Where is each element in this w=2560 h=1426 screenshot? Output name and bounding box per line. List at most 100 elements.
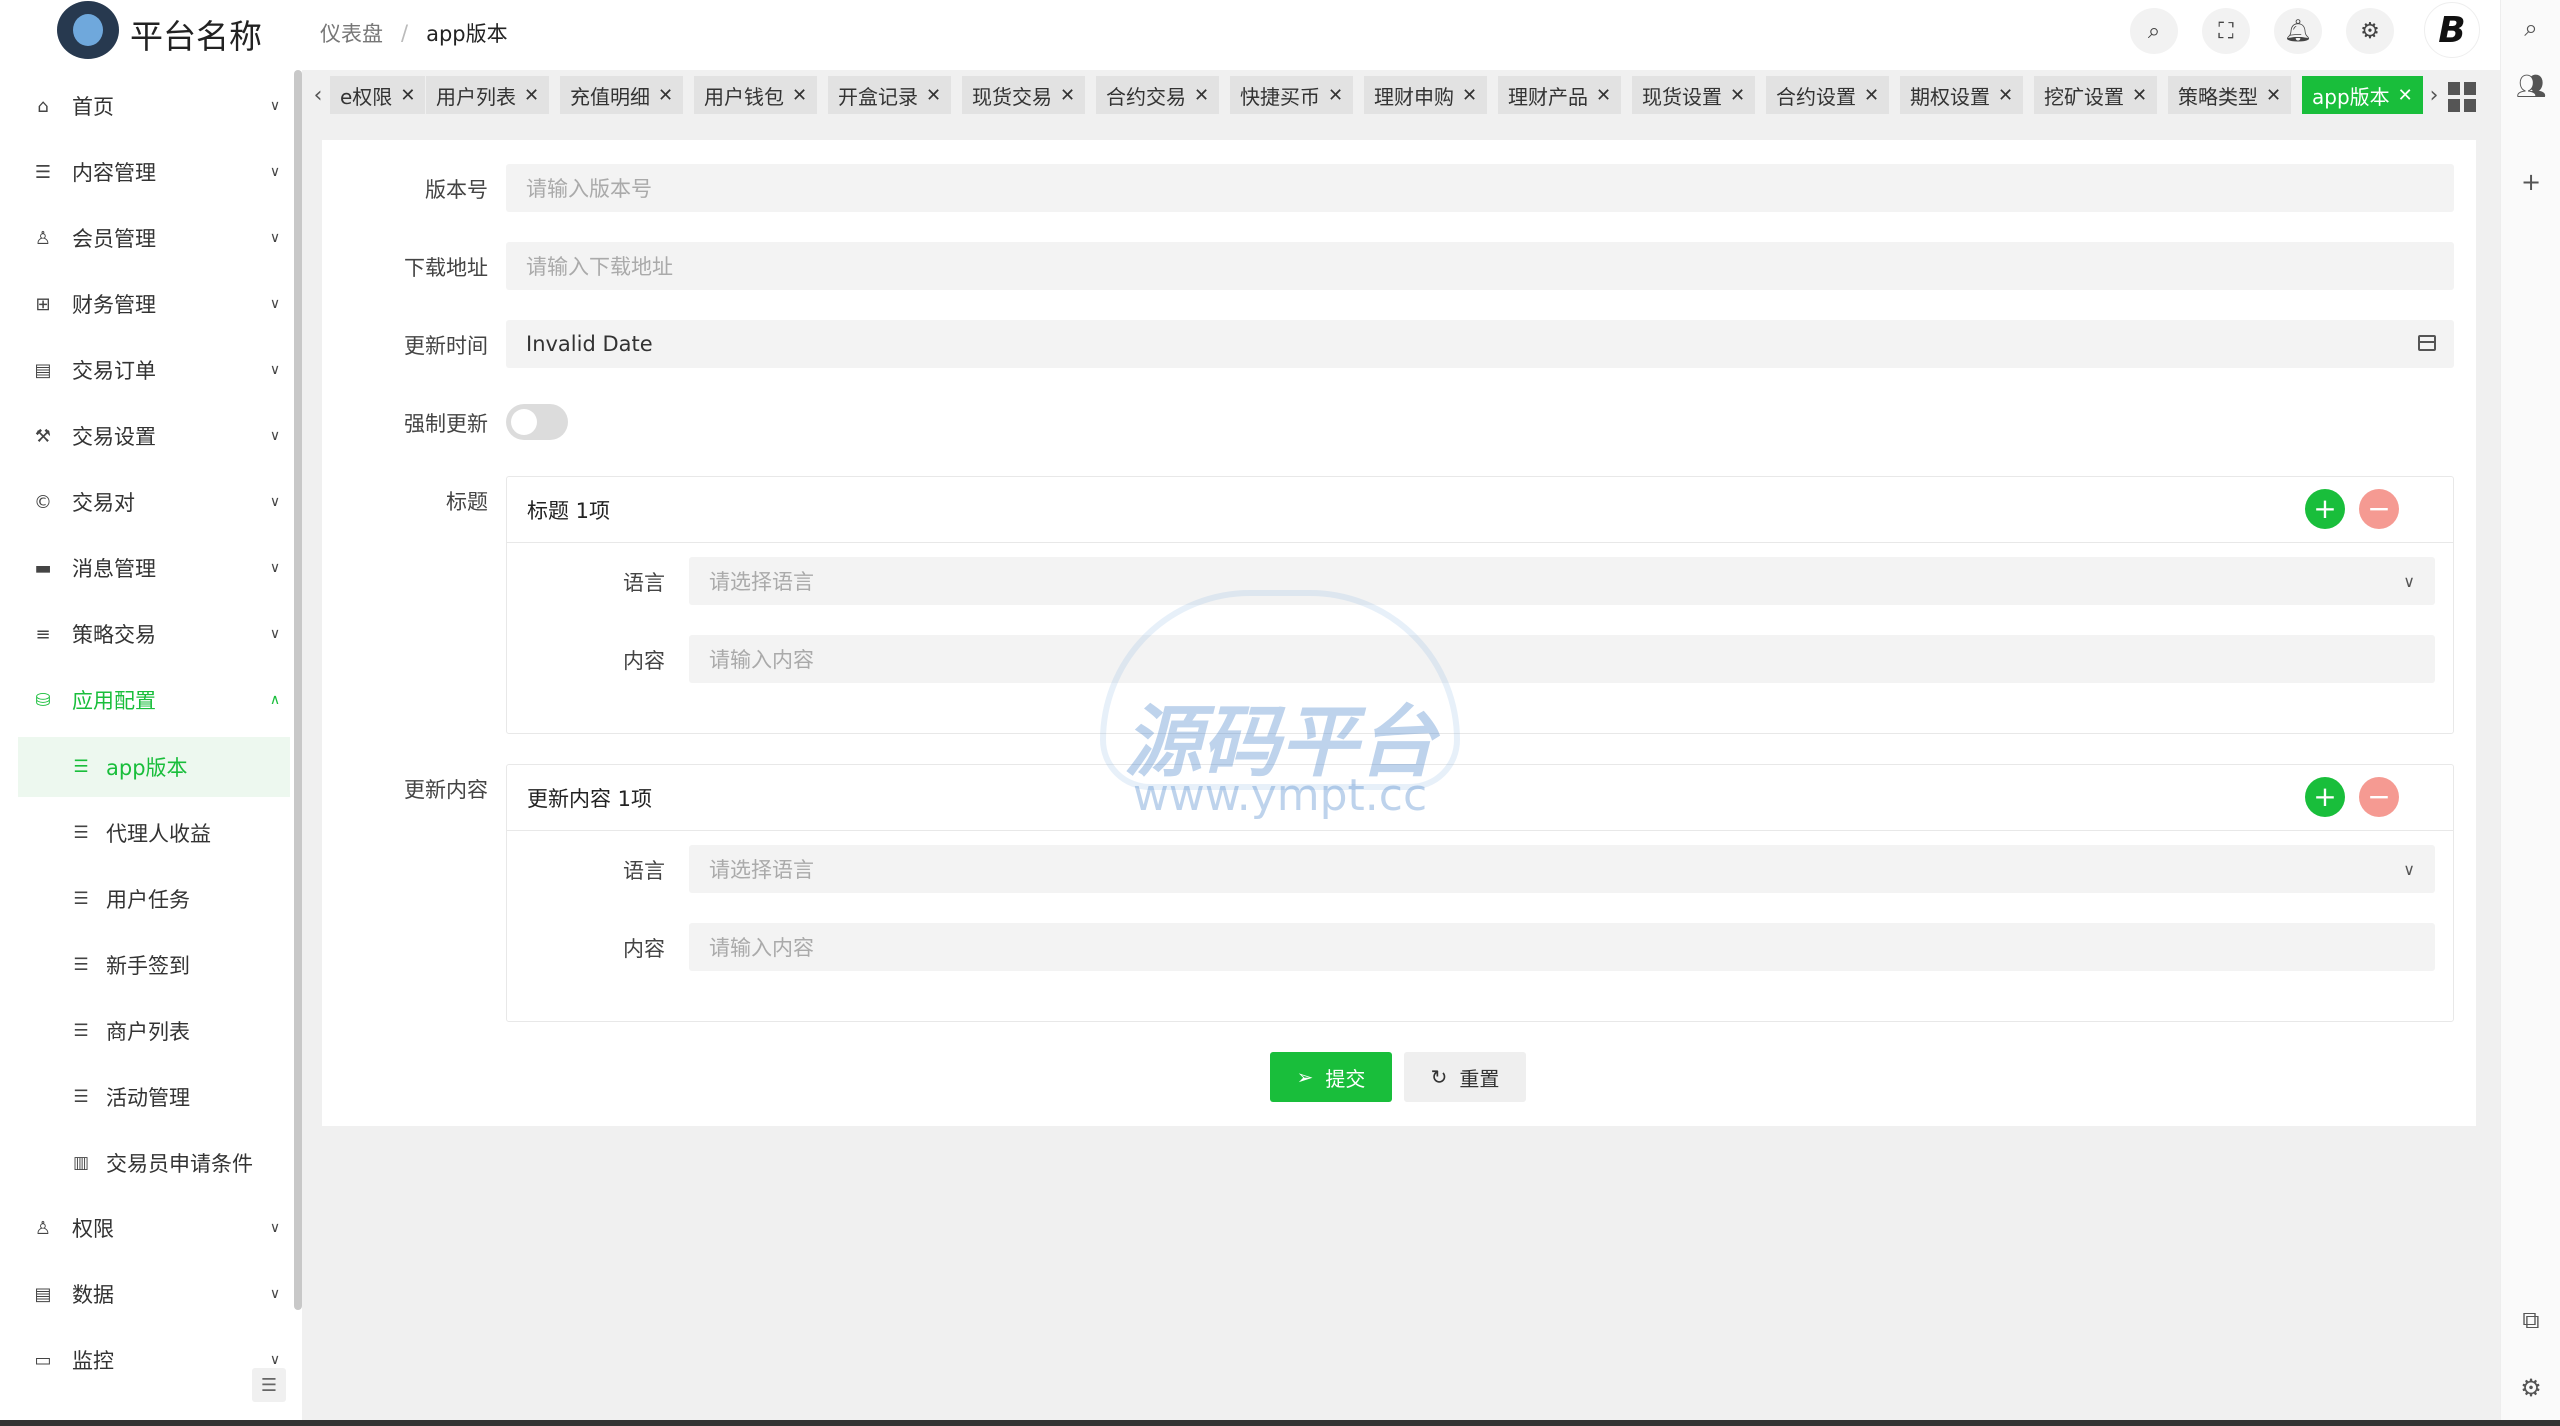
sidebar-subitem-label: app版本 — [106, 756, 188, 780]
sidebar-subitem-merchants[interactable]: ☰ 商户列表 — [18, 1001, 290, 1061]
sidebar: ⌂ 首页 ∨ ☰ 内容管理 ∨ ♙ 会员管理 ∨ ⊞ 财务管理 ∨ ▤ 交易订单… — [8, 70, 292, 1418]
force-update-switch[interactable] — [506, 404, 568, 440]
close-icon[interactable]: ✕ — [2398, 85, 2413, 106]
title-language-select[interactable]: 请选择语言 ∨ — [689, 557, 2435, 605]
tab-permissions[interactable]: e权限 ✕ — [330, 76, 426, 114]
plus-icon: + — [2520, 168, 2542, 196]
update-content-card: 更新内容 1项 + − 语言 请选择语言 ∨ 内容 请输入内容 — [506, 764, 2454, 1022]
close-icon[interactable]: ✕ — [2132, 85, 2147, 106]
update-content-input[interactable]: 请输入内容 — [689, 923, 2435, 971]
sidebar-item-permissions[interactable]: ♙ 权限 ∨ — [26, 1195, 290, 1261]
sidebar-item-strategy[interactable]: ≡ 策略交易 ∨ — [26, 601, 290, 667]
sidebar-item-home[interactable]: ⌂ 首页 ∨ — [26, 73, 290, 139]
fullscreen-button[interactable]: ⛶ — [2202, 8, 2250, 54]
close-icon[interactable]: ✕ — [658, 85, 673, 106]
chevron-down-icon: ∨ — [269, 626, 281, 642]
close-icon[interactable]: ✕ — [1462, 85, 1477, 106]
submit-button[interactable]: ➢ 提交 — [1270, 1052, 1392, 1102]
sidebar-item-trade-settings[interactable]: ⚒ 交易设置 ∨ — [26, 403, 290, 469]
rail-user-button[interactable]: 👥︎ — [2513, 68, 2549, 104]
tab-box-records[interactable]: 开盒记录 ✕ — [828, 76, 952, 114]
sidebar-subitem-agent-income[interactable]: ☰ 代理人收益 — [18, 803, 290, 863]
search-button[interactable]: ⌕ — [2130, 8, 2178, 54]
sidebar-subitem-newbie-signin[interactable]: ☰ 新手签到 — [18, 935, 290, 995]
sidebar-item-monitor[interactable]: ▭ 监控 ∨ — [26, 1327, 290, 1393]
sidebar-collapse-button[interactable]: ☰ — [252, 1368, 286, 1402]
tab-recharge[interactable]: 充值明细 ✕ — [560, 76, 684, 114]
title-add-button[interactable]: + — [2305, 489, 2345, 529]
sidebar-item-trading-pairs[interactable]: © 交易对 ∨ — [26, 469, 290, 535]
sidebar-scrollbar[interactable] — [294, 70, 302, 1310]
update-content-remove-button[interactable]: − — [2359, 777, 2399, 817]
tab-quick-buy[interactable]: 快捷买币 ✕ — [1230, 76, 1354, 114]
rail-add-button[interactable]: + — [2513, 164, 2549, 200]
tab-contract-settings[interactable]: 合约设置 ✕ — [1766, 76, 1890, 114]
close-icon[interactable]: ✕ — [1730, 85, 1745, 106]
tabs-scroll-right[interactable]: › — [2422, 72, 2446, 118]
tab-user-list[interactable]: 用户列表 ✕ — [426, 76, 550, 114]
close-icon[interactable]: ✕ — [1194, 85, 1209, 106]
sidebar-subitem-activities[interactable]: ☰ 活动管理 — [18, 1067, 290, 1127]
reset-button[interactable]: ↻ 重置 — [1404, 1052, 1526, 1102]
close-icon[interactable]: ✕ — [524, 85, 539, 106]
download-url-input[interactable]: 请输入下载地址 — [506, 242, 2454, 290]
update-content-card-header: 更新内容 1项 + − — [507, 765, 2453, 831]
tab-label: 现货设置 — [1642, 84, 1722, 109]
sidebar-item-finance[interactable]: ⊞ 财务管理 ∨ — [26, 271, 290, 337]
tab-wm-products[interactable]: 理财产品 ✕ — [1498, 76, 1622, 114]
title-card-count: 标题 1项 — [527, 498, 611, 523]
sidebar-item-data[interactable]: ▤ 数据 ∨ — [26, 1261, 290, 1327]
version-input[interactable]: 请输入版本号 — [506, 164, 2454, 212]
update-content-add-button[interactable]: + — [2305, 777, 2345, 817]
close-icon[interactable]: ✕ — [2266, 85, 2281, 106]
tab-options-settings[interactable]: 期权设置 ✕ — [1900, 76, 2024, 114]
update-time-picker[interactable]: Invalid Date — [506, 320, 2454, 368]
close-icon[interactable]: ✕ — [1864, 85, 1879, 106]
settings-button[interactable]: ⚙ — [2346, 8, 2394, 54]
gear-icon: ⚙ — [2520, 1374, 2542, 1402]
sidebar-item-messages[interactable]: ▬ 消息管理 ∨ — [26, 535, 290, 601]
tabs-menu-grid-icon[interactable] — [2448, 82, 2478, 112]
tab-wm-subscribe[interactable]: 理财申购 ✕ — [1364, 76, 1488, 114]
close-icon[interactable]: ✕ — [1596, 85, 1611, 106]
sidebar-item-orders[interactable]: ▤ 交易订单 ∨ — [26, 337, 290, 403]
minus-icon: − — [2367, 780, 2391, 813]
tab-spot-trade[interactable]: 现货交易 ✕ — [962, 76, 1086, 114]
notification-button[interactable]: 🔔︎ — [2274, 8, 2322, 54]
rail-search-button[interactable]: ⌕ — [2513, 10, 2549, 46]
sidebar-subitem-app-version[interactable]: ☰ app版本 — [18, 737, 290, 797]
sidebar-item-app-config[interactable]: ⛁ 应用配置 ∧ — [26, 667, 290, 733]
sidebar-subitem-user-tasks[interactable]: ☰ 用户任务 — [18, 869, 290, 929]
tab-spot-settings[interactable]: 现货设置 ✕ — [1632, 76, 1756, 114]
user-avatar[interactable]: B — [2424, 2, 2480, 58]
tab-app-version[interactable]: app版本 ✕ — [2302, 76, 2423, 114]
close-icon[interactable]: ✕ — [1328, 85, 1343, 106]
update-content-field-label: 内容 — [623, 937, 665, 961]
submenu-icon: ☰ — [73, 1087, 89, 1107]
update-content-count: 更新内容 1项 — [527, 786, 653, 811]
title-remove-button[interactable]: − — [2359, 489, 2399, 529]
tab-wallet[interactable]: 用户钱包 ✕ — [694, 76, 818, 114]
breadcrumb-dashboard[interactable]: 仪表盘 — [320, 18, 383, 48]
rail-settings-button[interactable]: ⚙ — [2513, 1370, 2549, 1406]
update-language-select[interactable]: 请选择语言 ∨ — [689, 845, 2435, 893]
close-icon[interactable]: ✕ — [792, 85, 807, 106]
sidebar-subitem-trader-conditions[interactable]: ▥ 交易员申请条件 — [18, 1133, 290, 1193]
close-icon[interactable]: ✕ — [1060, 85, 1075, 106]
close-icon[interactable]: ✕ — [400, 85, 415, 106]
close-icon[interactable]: ✕ — [1998, 85, 2013, 106]
chevron-down-icon: ∨ — [269, 560, 281, 576]
tabs-scroll-left[interactable]: ‹ — [306, 72, 330, 118]
tab-contract-trade[interactable]: 合约交易 ✕ — [1096, 76, 1220, 114]
sidebar-item-label: 内容管理 — [72, 161, 156, 185]
submenu-icon: ☰ — [73, 757, 89, 777]
sidebar-item-members[interactable]: ♙ 会员管理 ∨ — [26, 205, 290, 271]
chevron-right-icon: › — [2429, 82, 2439, 108]
sidebar-item-content[interactable]: ☰ 内容管理 ∨ — [26, 139, 290, 205]
close-icon[interactable]: ✕ — [926, 85, 941, 106]
rail-screenshot-button[interactable]: ⧉ — [2513, 1302, 2549, 1338]
tab-strategy-types[interactable]: 策略类型 ✕ — [2168, 76, 2292, 114]
title-content-input[interactable]: 请输入内容 — [689, 635, 2435, 683]
tab-label: 策略类型 — [2178, 84, 2258, 109]
tab-mining-settings[interactable]: 挖矿设置 ✕ — [2034, 76, 2158, 114]
